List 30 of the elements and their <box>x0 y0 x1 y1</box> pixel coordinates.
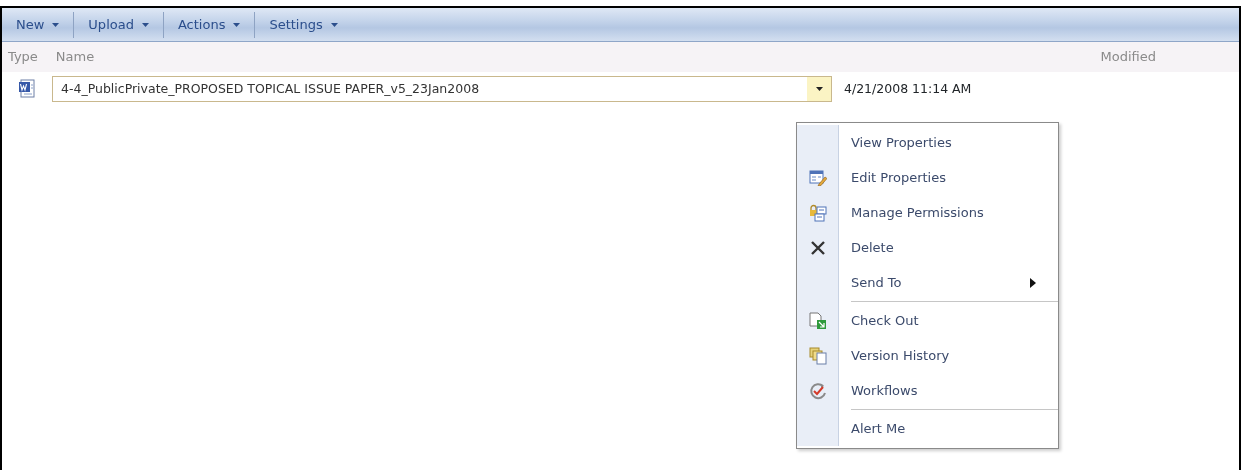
caret-icon <box>330 22 338 27</box>
caret-icon <box>141 22 149 27</box>
document-arrow-icon <box>808 311 827 330</box>
menu-item[interactable]: Manage Permissions <box>797 195 1058 230</box>
column-header: Name <box>55 48 95 67</box>
menu-item[interactable]: Send To <box>797 265 1058 300</box>
caret-icon <box>233 22 241 27</box>
word-document-icon <box>18 79 36 99</box>
menu-item[interactable]: Check Out <box>797 303 1058 338</box>
menu-item[interactable]: Delete <box>797 230 1058 265</box>
menu-item[interactable]: Workflows <box>797 373 1058 408</box>
form-pencil-icon <box>808 169 827 186</box>
menu-item[interactable]: Alert Me <box>797 411 1058 446</box>
menu-item[interactable]: Edit Properties <box>797 160 1058 195</box>
menu-item[interactable]: View Properties <box>797 125 1058 160</box>
toolbar-menu-button[interactable]: Settings <box>255 8 352 41</box>
padlock-users-icon <box>808 203 827 222</box>
circular-check-icon <box>808 381 827 400</box>
column-header: Modified <box>1100 48 1156 67</box>
dropdown-button[interactable] <box>807 77 831 101</box>
caret-icon <box>52 22 60 27</box>
close-icon <box>809 239 826 256</box>
toolbar-menu-button[interactable]: New <box>2 8 74 41</box>
stacked-documents-icon <box>808 346 827 365</box>
menu-item[interactable]: Version History <box>797 338 1058 373</box>
toolbar-menu-button[interactable]: Actions <box>163 8 255 41</box>
caret-icon <box>815 87 823 91</box>
modified-date: 4/21/2008 11:14 AM <box>844 79 972 98</box>
column-header: Type <box>8 48 38 67</box>
toolbar-menu-button[interactable]: Upload <box>74 8 163 41</box>
